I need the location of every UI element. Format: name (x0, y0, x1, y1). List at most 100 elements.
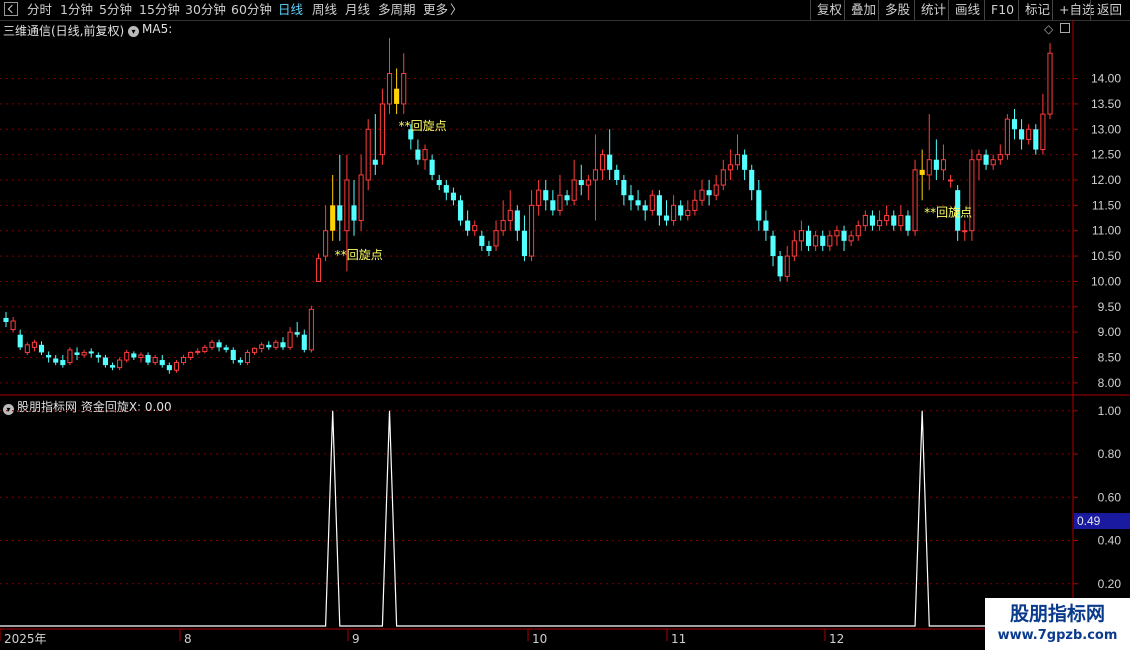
candle-body (827, 235, 833, 247)
candle-body (280, 342, 286, 348)
candle-body (528, 204, 535, 257)
candle-body (500, 220, 506, 232)
candle-body (663, 215, 670, 221)
candle-body (742, 154, 748, 170)
candle-body (372, 159, 378, 165)
candle-body (898, 215, 904, 227)
candle-body (763, 220, 769, 231)
sub-tick-label: 0.40 (1098, 534, 1122, 548)
candle-body (102, 357, 108, 366)
candle-body (671, 204, 677, 222)
sub-tick-label: 1.00 (1098, 404, 1122, 418)
candle-body (876, 220, 883, 227)
date-tick-label: 11 (671, 632, 686, 646)
candle-body (848, 235, 854, 242)
candle-body (209, 341, 215, 348)
candle-body (53, 358, 59, 363)
signal-annotations: **回旋点 **回旋点 **回旋点 (335, 119, 972, 262)
date-axis: 2025年 8 9 10 11 12 (0, 629, 844, 646)
price-tick-label: 11.00 (1092, 224, 1121, 238)
candle-body (678, 205, 684, 216)
candle-body (1040, 113, 1046, 151)
candle-body (607, 154, 613, 170)
candle-body (869, 215, 876, 226)
candle-body (17, 334, 23, 348)
candle-body (202, 346, 208, 352)
candle-body (358, 174, 364, 222)
candle-body (330, 205, 336, 231)
candle-body (31, 341, 37, 348)
candle-body (429, 159, 435, 175)
candle-body (777, 256, 783, 277)
candle-body (521, 230, 528, 257)
price-tick-label: 9.00 (1098, 325, 1122, 339)
price-tick-label: 12.00 (1091, 173, 1121, 187)
price-tick-label: 13.00 (1091, 122, 1121, 136)
candle-body (798, 230, 804, 242)
watermark-url: www.7gpzb.com (997, 628, 1118, 643)
candle-body (216, 342, 222, 348)
candle-body (621, 180, 627, 196)
candle-body (379, 103, 385, 156)
candle-body (323, 230, 329, 257)
candle-body (195, 350, 201, 353)
candle-body (514, 210, 520, 231)
candle-body (493, 230, 499, 247)
candle-body (784, 255, 790, 277)
candle-body (24, 344, 30, 353)
candle-body (592, 169, 599, 181)
candle-body (252, 347, 258, 353)
candle-body (465, 220, 471, 231)
candle-body (351, 205, 357, 221)
date-tick-label: 12 (829, 632, 844, 646)
candle-body (997, 154, 1003, 161)
candle-body (536, 189, 542, 206)
candle-body (855, 225, 861, 237)
candle-body (38, 344, 45, 353)
kline-chart[interactable]: 14.00 13.50 13.00 12.50 12.00 11.50 11.00 10.50… (0, 0, 1130, 650)
candle-body (1004, 118, 1010, 156)
candle-body (692, 199, 698, 211)
candle-body (685, 209, 691, 217)
candle-body (834, 230, 840, 237)
candle-body (294, 332, 300, 335)
sub-tick-label: 0.60 (1098, 490, 1122, 504)
price-tick-label: 12.50 (1091, 148, 1121, 162)
candle-body (841, 230, 847, 241)
price-tick-label: 11.50 (1092, 198, 1121, 212)
sub-indicator-line (0, 410, 1073, 627)
candle-body (507, 209, 513, 222)
candle-body (46, 354, 52, 358)
candle-body (180, 357, 187, 364)
price-tick-label: 10.00 (1091, 274, 1121, 288)
candle-body (3, 317, 9, 322)
candle-body (152, 357, 158, 364)
candle-body (436, 180, 442, 186)
price-tick-labels: 14.00 13.50 13.00 12.50 12.00 11.50 11.00 10.50… (1091, 72, 1121, 390)
candle-body (273, 341, 279, 348)
candle-body (74, 352, 80, 355)
candle-body (976, 154, 982, 161)
candle-body (344, 179, 350, 232)
price-tick-label: 8.00 (1098, 376, 1122, 390)
candle-body (713, 184, 719, 196)
candle-body (813, 235, 819, 247)
candle-body (649, 194, 655, 211)
candle-body (266, 344, 272, 348)
candle-body (912, 169, 918, 232)
cursor-value-label: 0.49 (1077, 514, 1101, 528)
price-tick-label: 8.50 (1098, 351, 1122, 365)
candle-body (926, 159, 932, 176)
candle-body (600, 154, 606, 171)
candle-body (791, 240, 797, 257)
candlestick-series (3, 38, 1053, 374)
candle-body (188, 351, 194, 358)
candle-body (628, 195, 634, 201)
date-tick-label: 9 (352, 632, 360, 646)
candle-body (422, 149, 428, 161)
candle-body (95, 354, 101, 358)
candle-body (386, 73, 393, 105)
candle-body (635, 200, 641, 206)
candle-body (571, 179, 577, 201)
price-tick-label: 14.00 (1091, 72, 1121, 86)
